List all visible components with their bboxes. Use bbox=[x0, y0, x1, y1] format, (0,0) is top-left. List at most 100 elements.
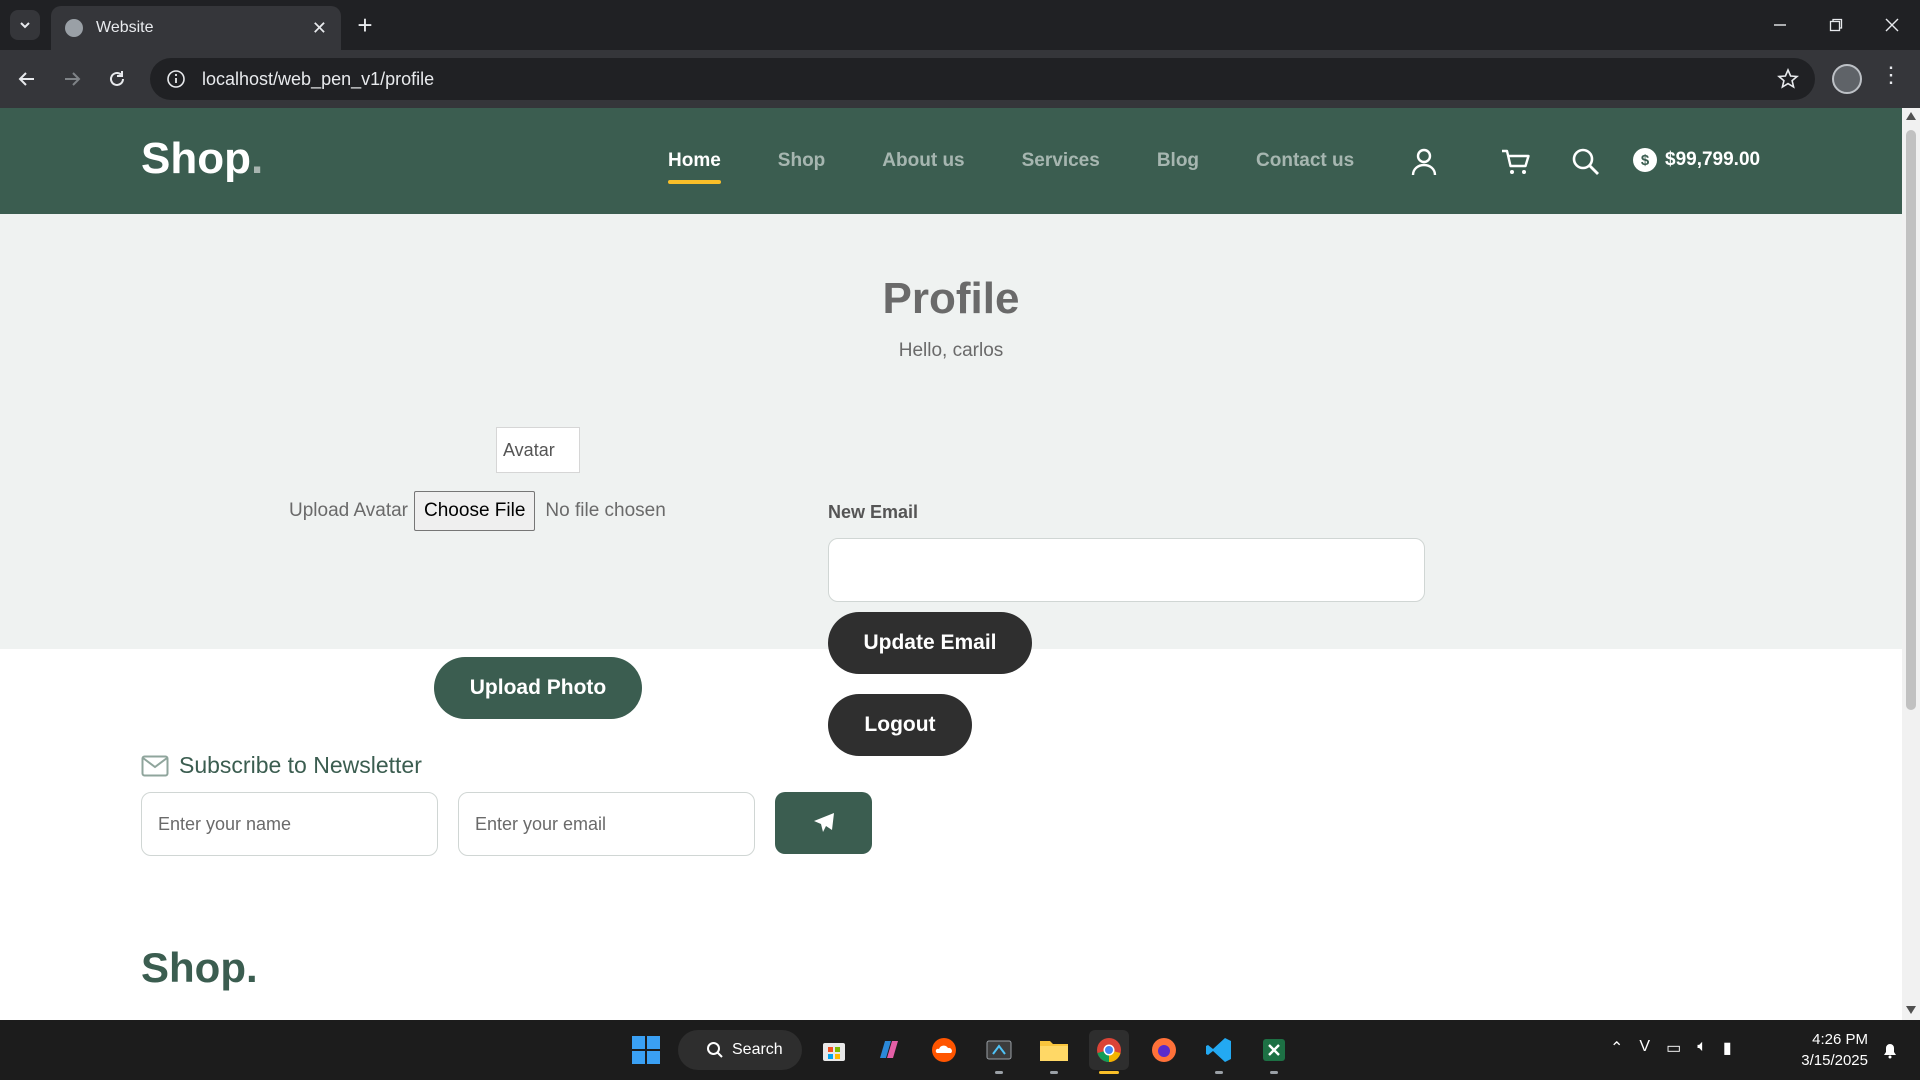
footer-logo-text: Shop bbox=[141, 944, 246, 991]
back-button[interactable] bbox=[10, 62, 44, 96]
site-header: Shop. Home Shop About us Services Blog C… bbox=[0, 108, 1902, 214]
nav-home[interactable]: Home bbox=[668, 150, 721, 184]
url-text: localhost/web_pen_v1/profile bbox=[202, 68, 435, 89]
firefox-app[interactable] bbox=[1144, 1030, 1184, 1070]
paper-plane-icon bbox=[813, 813, 834, 832]
reload-button[interactable] bbox=[100, 62, 134, 96]
browser-toolbar: localhost/web_pen_v1/profile ⋮ bbox=[0, 50, 1920, 108]
search-icon bbox=[707, 1042, 723, 1058]
app-active-indicator bbox=[1099, 1071, 1119, 1074]
clock-date: 3/15/2025 bbox=[1801, 1052, 1868, 1069]
bookmark-star-icon[interactable] bbox=[1777, 68, 1799, 90]
reload-icon bbox=[110, 71, 124, 86]
newsletter-email-input[interactable]: Enter your email bbox=[458, 792, 755, 856]
battery-icon[interactable]: ▮ bbox=[1723, 1038, 1732, 1058]
app-running-indicator bbox=[1270, 1071, 1278, 1074]
profile-section: Profile Hello, carlos Avatar Upload Avat… bbox=[0, 214, 1902, 756]
nav-blog[interactable]: Blog bbox=[1157, 150, 1199, 172]
new-tab-button[interactable]: + bbox=[350, 10, 380, 40]
balance-amount: $99,799.00 bbox=[1665, 149, 1761, 170]
browser-profile-avatar[interactable] bbox=[1832, 64, 1862, 94]
vscode-icon bbox=[1206, 1038, 1231, 1062]
file-explorer-app[interactable] bbox=[1034, 1030, 1074, 1074]
vpn-icon[interactable]: V bbox=[1639, 1038, 1650, 1058]
search-icon[interactable] bbox=[1570, 146, 1602, 178]
taskbar-clock[interactable]: 4:26 PM 3/15/2025 bbox=[1780, 1029, 1868, 1071]
notification-bell-icon[interactable] bbox=[1880, 1040, 1900, 1060]
browser-tab-bar: Website ✕ + bbox=[0, 0, 1920, 50]
vscode-app[interactable] bbox=[1199, 1030, 1239, 1074]
forward-button[interactable] bbox=[55, 62, 89, 96]
browser-menu-icon[interactable]: ⋮ bbox=[1880, 62, 1902, 88]
taskbar-search[interactable]: Search bbox=[678, 1030, 802, 1070]
browser-tab[interactable]: Website ✕ bbox=[51, 6, 341, 50]
site-logo[interactable]: Shop. bbox=[141, 134, 263, 184]
greeting-text: Hello, carlos bbox=[898, 340, 1004, 361]
avatar-image: Avatar bbox=[496, 427, 580, 473]
info-icon[interactable] bbox=[166, 69, 186, 89]
site-logo-dot: . bbox=[250, 134, 264, 183]
arrow-left-icon bbox=[18, 72, 34, 86]
cart-icon[interactable] bbox=[1500, 146, 1532, 178]
folder-icon bbox=[1040, 1041, 1068, 1061]
restore-icon bbox=[1829, 18, 1843, 32]
app-running-indicator bbox=[1215, 1071, 1223, 1074]
clock-time: 4:26 PM bbox=[1812, 1031, 1868, 1048]
footer-logo-dot: . bbox=[245, 944, 258, 991]
chevron-up-icon[interactable]: ⌃ bbox=[1610, 1038, 1623, 1058]
store-icon bbox=[823, 1043, 845, 1061]
nav-shop[interactable]: Shop bbox=[778, 150, 826, 172]
scroll-up-arrow-icon[interactable] bbox=[1906, 112, 1916, 120]
restore-button[interactable] bbox=[1808, 0, 1864, 50]
choose-file-button[interactable]: Choose File bbox=[414, 491, 536, 531]
page-scrollbar[interactable] bbox=[1902, 108, 1920, 1020]
newsletter-title: Subscribe to Newsletter bbox=[141, 752, 422, 779]
address-bar[interactable]: localhost/web_pen_v1/profile bbox=[150, 58, 1815, 100]
chevron-down-icon bbox=[20, 22, 30, 29]
newsletter-name-input[interactable]: Enter your name bbox=[141, 792, 438, 856]
email-placeholder: Enter your email bbox=[475, 813, 607, 834]
chrome-app[interactable] bbox=[1089, 1030, 1129, 1074]
site-logo-text: Shop bbox=[141, 134, 251, 183]
page-viewport: Shop. Home Shop About us Services Blog C… bbox=[0, 108, 1902, 1020]
avatar-alt-text: Avatar bbox=[503, 439, 555, 460]
window-controls bbox=[1752, 0, 1920, 50]
tab-search-button[interactable] bbox=[10, 10, 40, 40]
update-email-button[interactable]: Update Email bbox=[828, 612, 1032, 674]
chrome-icon bbox=[1097, 1038, 1121, 1062]
network-icon[interactable]: ▭ bbox=[1666, 1038, 1681, 1058]
logout-button[interactable]: Logout bbox=[828, 694, 972, 756]
excel-app[interactable] bbox=[1254, 1030, 1294, 1074]
windows-taskbar: Search ⌃ V ▭ 🔈︎ ▮ 4:26 PM 3/15/2025 bbox=[0, 1020, 1920, 1080]
close-window-button[interactable] bbox=[1864, 0, 1920, 50]
app-running-indicator bbox=[1050, 1071, 1058, 1074]
minimize-icon bbox=[1774, 24, 1786, 26]
copilot-app[interactable] bbox=[869, 1030, 909, 1070]
scroll-down-arrow-icon[interactable] bbox=[1906, 1006, 1916, 1014]
nav-contact-us[interactable]: Contact us bbox=[1256, 150, 1354, 172]
file-status-text: No file chosen bbox=[545, 500, 666, 521]
snipping-tool-app[interactable] bbox=[979, 1030, 1019, 1074]
user-icon[interactable] bbox=[1408, 146, 1440, 178]
microsoft-store-app[interactable] bbox=[814, 1030, 854, 1070]
scrollbar-thumb[interactable] bbox=[1906, 130, 1916, 710]
minimize-button[interactable] bbox=[1752, 0, 1808, 50]
envelope-icon bbox=[141, 755, 169, 776]
new-email-label: New Email bbox=[828, 502, 919, 522]
newsletter-send-button[interactable] bbox=[775, 792, 872, 854]
excel-icon bbox=[1263, 1039, 1285, 1061]
windows-logo-icon bbox=[632, 1036, 660, 1064]
upload-photo-button[interactable]: Upload Photo bbox=[434, 657, 642, 719]
close-tab-icon[interactable]: ✕ bbox=[312, 18, 327, 39]
taskbar-search-label: Search bbox=[732, 1041, 783, 1058]
nav-about-us[interactable]: About us bbox=[882, 150, 964, 172]
soundcloud-app[interactable] bbox=[924, 1030, 964, 1070]
soundcloud-icon bbox=[932, 1038, 956, 1062]
volume-icon[interactable]: 🔈︎ bbox=[1697, 1038, 1707, 1058]
snipping-tool-icon bbox=[986, 1040, 1012, 1060]
new-email-input[interactable] bbox=[828, 538, 1425, 602]
nav-services[interactable]: Services bbox=[1022, 150, 1100, 172]
close-icon bbox=[1885, 18, 1899, 32]
footer-logo[interactable]: Shop. bbox=[141, 944, 258, 992]
start-button[interactable] bbox=[626, 1030, 666, 1070]
